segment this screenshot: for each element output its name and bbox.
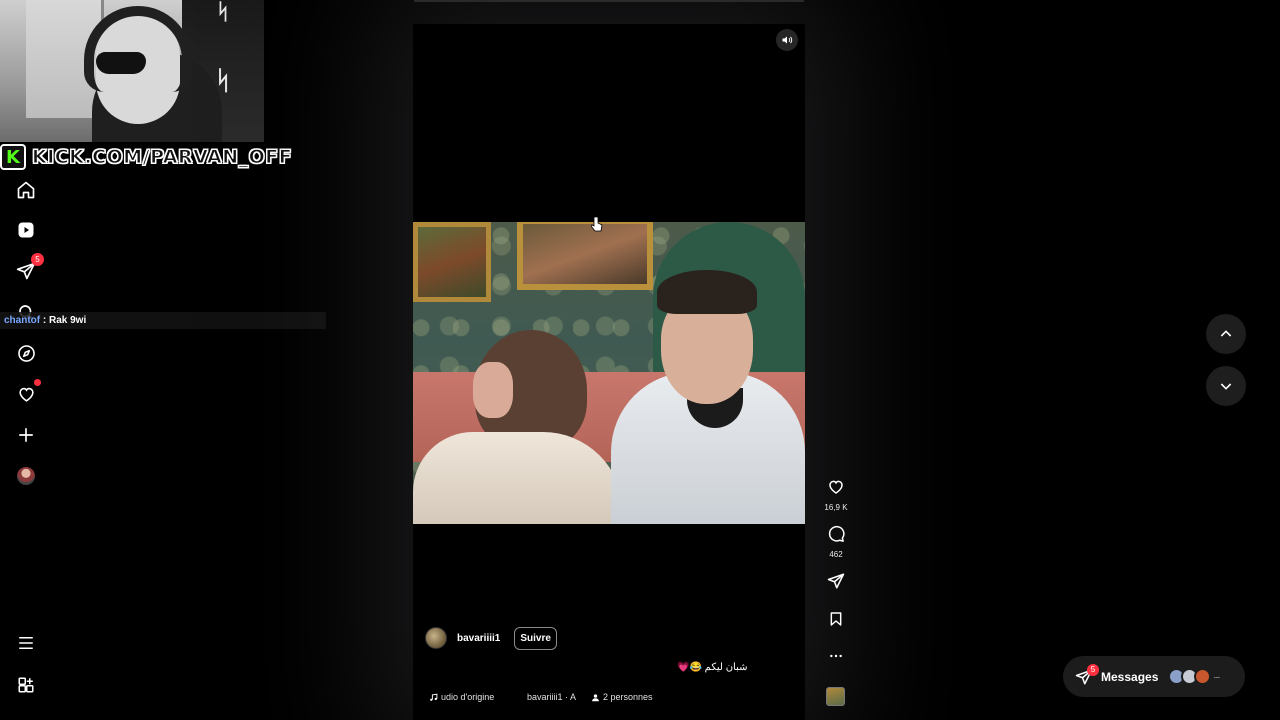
ellipsis-icon (828, 648, 844, 664)
tagged-people-button[interactable]: 2 personnes (591, 692, 653, 702)
comment-action[interactable]: 462 (822, 525, 850, 559)
author-username[interactable]: bavariiii1 (457, 633, 500, 644)
create-icon[interactable] (14, 423, 38, 447)
speaker-icon (781, 34, 793, 46)
author-avatar[interactable] (425, 627, 447, 649)
audio-author[interactable]: bavariiii1 · A (527, 692, 591, 702)
messages-label: Messages (1101, 669, 1159, 684)
video-painting-left (413, 222, 491, 302)
share-action[interactable] (822, 572, 850, 595)
apps-icon[interactable] (14, 673, 38, 697)
messages-badge: 5 (31, 253, 44, 266)
video-painting-center (517, 222, 653, 290)
audio-label: udio d'origine (441, 692, 495, 702)
previous-reel-button[interactable] (1206, 314, 1246, 354)
kick-logo: K (0, 144, 26, 170)
tagged-people-label: 2 personnes (603, 692, 653, 702)
stream-chat-message: chantof : Rak 9wi (0, 312, 326, 329)
profile-avatar-image (17, 467, 35, 485)
messages-button[interactable]: 5 Messages ··· (1063, 656, 1245, 697)
kick-channel-banner: K KICK.COM/PARVAN_OFF (0, 144, 294, 170)
share-icon (827, 572, 845, 590)
notifications-dot (34, 379, 41, 386)
like-count: 16,9 K (824, 503, 848, 512)
video-person-left-face (473, 362, 513, 418)
audio-thumbnail[interactable] (826, 687, 845, 706)
previous-reel-edge (414, 0, 804, 2)
reel-player[interactable]: bavariiii1 Suivre شبان ليكم 😂💗 udio d'or… (413, 24, 805, 720)
like-action[interactable]: 16,9 K (822, 478, 850, 512)
music-note-icon (429, 693, 438, 702)
original-audio-link[interactable]: udio d'origine (429, 692, 527, 702)
save-action[interactable] (822, 610, 850, 633)
mouse-cursor-icon (590, 216, 603, 232)
chevron-down-icon (1218, 378, 1234, 394)
streamer-webcam: ᛋ ᛋ (0, 0, 264, 142)
chair-logo-top: ᛋ (216, 0, 230, 25)
conversation-avatar (1194, 668, 1212, 685)
comment-icon (827, 525, 845, 543)
reel-caption: شبان ليكم 😂💗 (677, 662, 748, 673)
more-options-action[interactable] (822, 648, 850, 669)
comment-count: 462 (829, 550, 843, 559)
bookmark-icon (828, 610, 844, 628)
mute-button[interactable] (776, 29, 798, 51)
streamer-sunglasses (96, 52, 146, 74)
video-person-right-hair (657, 270, 757, 314)
next-reel-button[interactable] (1206, 366, 1246, 406)
chat-separator: : (40, 315, 49, 326)
more-conversations: ··· (1213, 671, 1220, 682)
heart-icon (827, 478, 845, 496)
follow-button[interactable]: Suivre (514, 626, 557, 650)
chevron-up-icon (1218, 326, 1234, 342)
person-icon (591, 693, 600, 702)
notifications-heart-icon[interactable] (14, 379, 41, 406)
reels-icon[interactable] (14, 218, 38, 242)
recent-conversations-avatars: ··· (1168, 668, 1220, 685)
chat-text: Rak 9wi (49, 315, 87, 326)
direct-messages-icon[interactable]: 5 (14, 253, 44, 283)
reel-meta-row: udio d'origine bavariiii1 · A 2 personne… (429, 690, 653, 704)
explore-icon[interactable] (14, 341, 38, 365)
reel-author-row: bavariiii1 Suivre (425, 626, 557, 650)
chat-username: chantof (4, 315, 41, 326)
home-icon[interactable] (14, 178, 38, 202)
reel-video[interactable] (413, 222, 805, 524)
kick-url: KICK.COM/PARVAN_OFF (31, 146, 293, 169)
messages-count-badge: 5 (1087, 664, 1099, 676)
profile-avatar[interactable] (14, 464, 38, 488)
menu-icon[interactable] (14, 631, 38, 655)
